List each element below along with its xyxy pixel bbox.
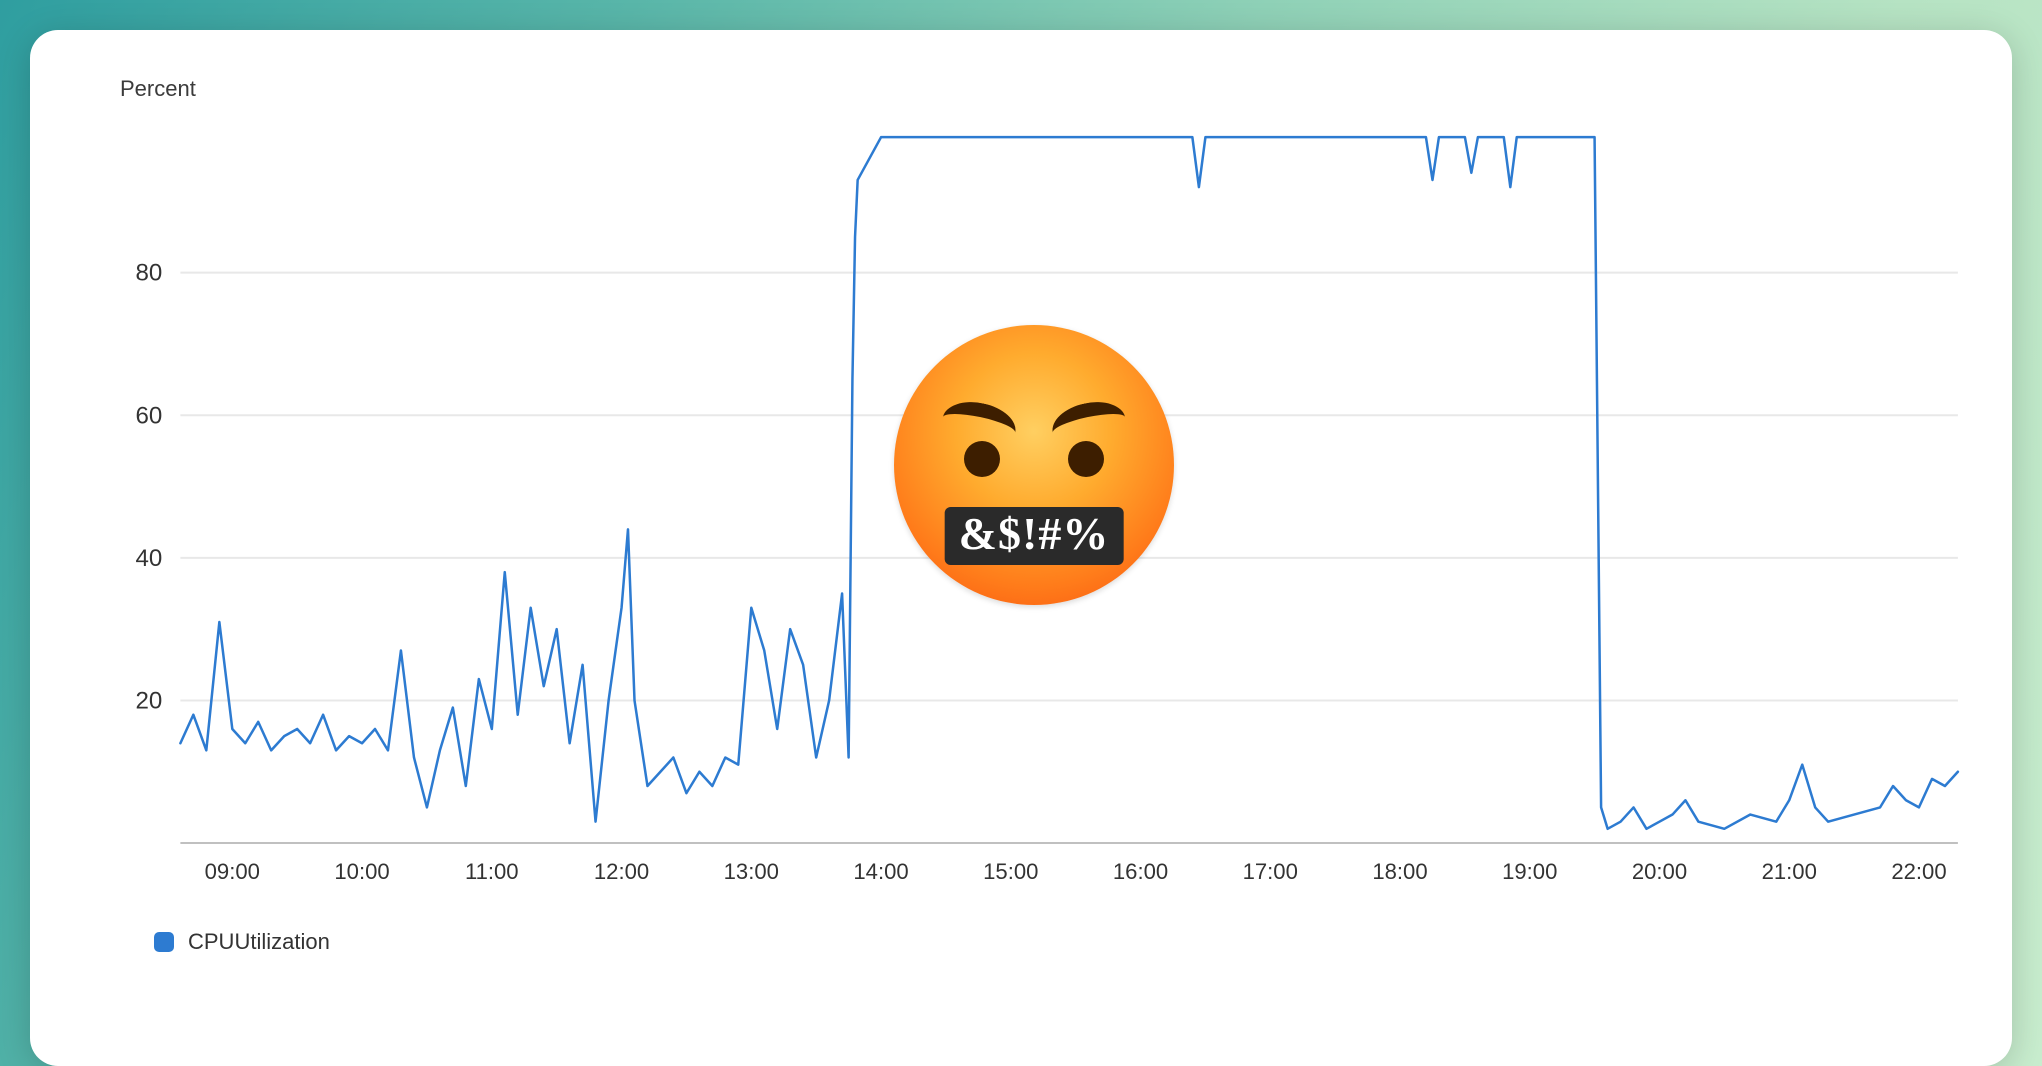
series-line <box>180 137 1958 829</box>
svg-text:14:00: 14:00 <box>853 859 908 884</box>
svg-text:16:00: 16:00 <box>1113 859 1168 884</box>
svg-text:17:00: 17:00 <box>1243 859 1298 884</box>
svg-text:21:00: 21:00 <box>1762 859 1817 884</box>
legend-swatch-icon <box>154 932 174 952</box>
svg-text:20: 20 <box>136 687 163 714</box>
svg-text:60: 60 <box>136 402 163 429</box>
svg-text:22:00: 22:00 <box>1891 859 1946 884</box>
svg-text:10:00: 10:00 <box>334 859 389 884</box>
svg-text:20:00: 20:00 <box>1632 859 1687 884</box>
svg-text:80: 80 <box>136 260 163 287</box>
y-axis-label: Percent <box>120 76 1978 102</box>
svg-text:40: 40 <box>136 545 163 572</box>
svg-text:13:00: 13:00 <box>724 859 779 884</box>
svg-text:12:00: 12:00 <box>594 859 649 884</box>
svg-text:19:00: 19:00 <box>1502 859 1557 884</box>
svg-text:15:00: 15:00 <box>983 859 1038 884</box>
svg-text:11:00: 11:00 <box>465 859 519 884</box>
svg-text:09:00: 09:00 <box>205 859 260 884</box>
svg-text:18:00: 18:00 <box>1372 859 1427 884</box>
chart-card: Percent 20 40 60 80 09:00 10:00 11:00 12:00 13:0… <box>30 30 2012 1066</box>
legend-series-label: CPUUtilization <box>188 929 330 955</box>
line-chart: 20 40 60 80 09:00 10:00 11:00 12:00 13:00 14:00 15… <box>90 120 1978 903</box>
legend: CPUUtilization <box>154 929 1978 955</box>
plot-area: 20 40 60 80 09:00 10:00 11:00 12:00 13:00 14:00 15… <box>90 120 1978 903</box>
